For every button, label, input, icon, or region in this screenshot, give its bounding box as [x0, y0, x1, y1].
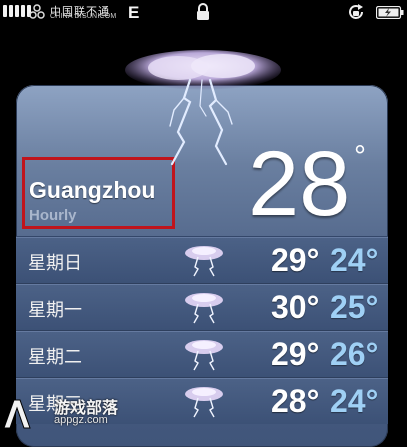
watermark-logo-icon [3, 399, 31, 429]
rotation-lock-icon [349, 4, 363, 19]
thunderstorm-icon [185, 293, 223, 324]
forecast-row: 星期一 30° 25° [16, 283, 388, 330]
thunderstorm-icon [185, 340, 223, 371]
network-type: E [128, 3, 140, 22]
forecast-low: 25° [330, 289, 379, 325]
forecast-high: 29° [271, 242, 320, 278]
thunderstorm-icon [185, 387, 223, 418]
carrier-logo-icon [29, 4, 45, 19]
forecast-day: 星期二 [28, 347, 82, 368]
forecast-day: 星期日 [28, 253, 82, 274]
forecast-row: 星期日 29° 24° [16, 236, 388, 283]
thunderstorm-cloud-icon [125, 50, 281, 166]
carrier-label: 中国联不通 CHINA DISUNICOM [28, 3, 124, 21]
forecast-low: 24° [330, 242, 379, 278]
status-bar: 中国联不通 CHINA DISUNICOM E [0, 0, 407, 24]
forecast-row: 星期二 29° 26° [16, 330, 388, 377]
forecast-low: 24° [330, 383, 379, 419]
watermark-url: appgz.com [54, 414, 108, 426]
lock-icon [197, 3, 209, 20]
city-subtitle: Hourly [29, 207, 77, 224]
battery-icon [376, 6, 404, 19]
forecast-low: 26° [330, 336, 379, 372]
signal-strength-icon [3, 5, 31, 17]
carrier-name-en: CHINA DISUNICOM [50, 13, 117, 20]
current-temperature-degree: ° [354, 140, 366, 173]
thunderstorm-icon [185, 246, 223, 277]
forecast-high: 29° [271, 336, 320, 372]
forecast-high: 30° [271, 289, 320, 325]
forecast-high: 28° [271, 383, 320, 419]
forecast-day: 星期一 [28, 300, 82, 321]
city-name: Guangzhou [29, 177, 156, 203]
site-watermark: 游戏部落 appgz.com [0, 392, 130, 434]
